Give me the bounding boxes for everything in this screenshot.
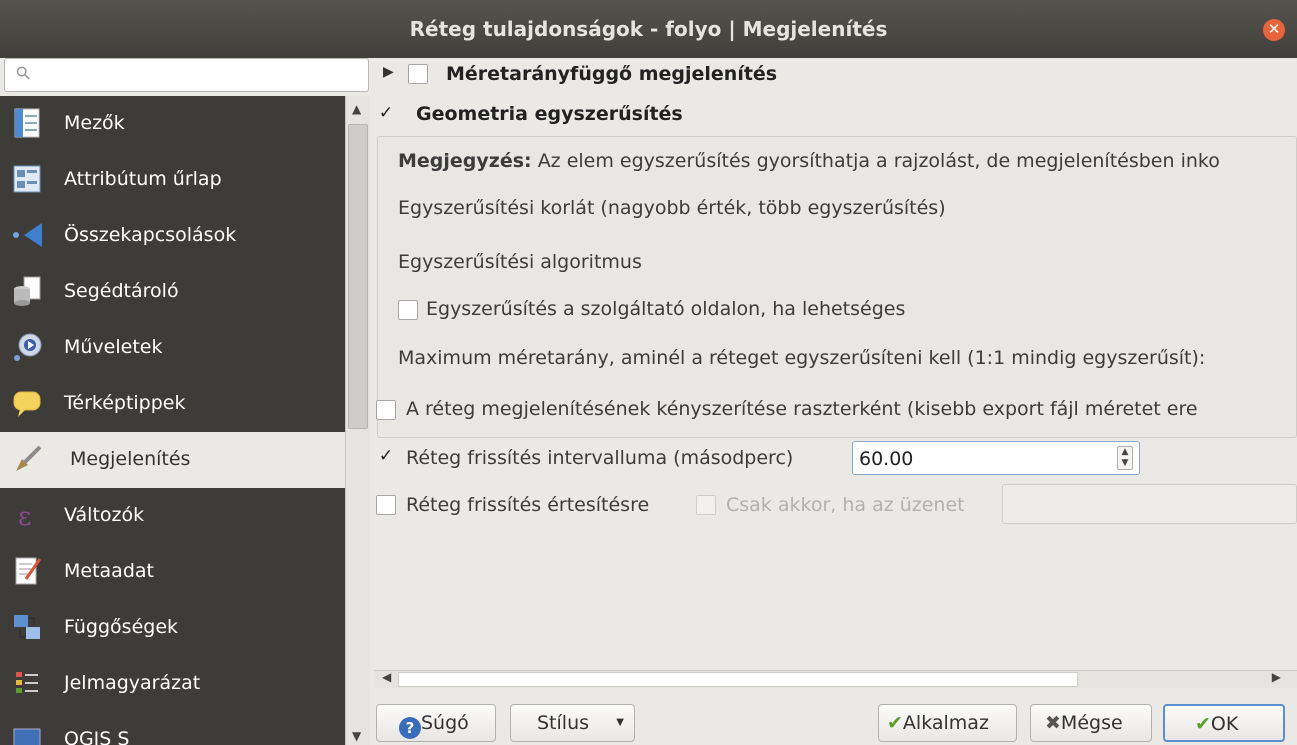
legend-icon [16, 672, 38, 693]
ok-button[interactable]: ✔OK [1163, 704, 1285, 742]
refresh-interval-value: 60.00 [859, 448, 914, 470]
sidebar-item-fields[interactable]: Mezők [0, 96, 345, 152]
sidebar-item-actions[interactable]: Műveletek [0, 320, 345, 376]
simplify-group: Megjegyzés: Az elem egyszerűsítés gyorsí… [377, 136, 1297, 438]
close-icon: ✕ [1267, 20, 1281, 38]
simplify-note: Megjegyzés: Az elem egyszerűsítés gyorsí… [398, 150, 1220, 172]
style-label: Stílus [537, 712, 590, 734]
refresh-interval-label: Réteg frissítés intervalluma (másodperc) [406, 447, 794, 469]
force-raster-checkbox[interactable] [376, 400, 396, 420]
check-icon: ✔ [1195, 713, 1211, 735]
form-icon [13, 165, 41, 193]
main-panel: ▶ Méretarányfüggő megjelenítés ✓ Geometr… [370, 58, 1297, 688]
expand-arrow-icon[interactable]: ▶ [383, 64, 394, 80]
sidebar-item-label: Metaadat [64, 560, 154, 582]
auxiliary-storage-icon [14, 276, 41, 306]
algorithm-label: Egyszerűsítési algoritmus [398, 251, 642, 273]
scroll-right-arrow-icon[interactable]: ▶ [1272, 670, 1281, 684]
threshold-label: Egyszerűsítési korlát (nagyobb érték, tö… [398, 197, 946, 219]
note-text: Az elem egyszerűsítés gyorsíthatja a raj… [537, 150, 1220, 172]
sidebar-item-label: Mezők [64, 112, 125, 134]
sidebar-item-map-tips[interactable]: Térképtippek [0, 376, 345, 432]
sidebar-item-dependencies[interactable]: Függőségek [0, 600, 345, 656]
cancel-label: Mégse [1060, 712, 1123, 734]
window-title: Réteg tulajdonságok - folyo | Megjelenít… [409, 17, 888, 41]
sidebar-item-label: Térképtippek [64, 392, 186, 414]
sidebar-nav: Mezők Attribútum űrlap Összekapcsolások … [0, 96, 345, 745]
main-horizontal-scrollbar[interactable]: ◀ ▶ [374, 670, 1297, 688]
sidebar-item-metadata[interactable]: Metaadat [0, 544, 345, 600]
help-icon: ? [399, 717, 421, 739]
apply-label: Alkalmaz [902, 712, 989, 734]
rendering-brush-icon [16, 445, 42, 471]
sidebar-item-label: Műveletek [64, 336, 163, 358]
close-button[interactable]: ✕ [1263, 19, 1285, 41]
scroll-left-arrow-icon[interactable]: ◀ [382, 670, 391, 684]
sidebar-item-legend[interactable]: Jelmagyarázat [0, 656, 345, 712]
sidebar-item-label: Összekapcsolások [64, 224, 237, 246]
sidebar-item-label: Attribútum űrlap [64, 168, 222, 190]
sidebar-item-rendering[interactable]: Megjelenítés [0, 432, 345, 488]
variables-icon: ε [18, 502, 31, 531]
scroll-down-arrow-icon[interactable]: ▼ [352, 729, 361, 743]
refresh-interval-spinbox[interactable]: 60.00 ▲ ▼ [852, 441, 1140, 475]
simplify-label: Geometria egyszerűsítés [416, 103, 683, 125]
apply-button[interactable]: ✔Alkalmaz [878, 704, 1017, 742]
search-icon: ⚲ [11, 61, 36, 86]
cancel-button[interactable]: ✖Mégse [1030, 704, 1152, 742]
fields-icon [14, 108, 40, 138]
scale-dependent-checkbox[interactable] [408, 64, 428, 84]
scrollbar-thumb[interactable] [348, 124, 368, 429]
sidebar-item-label: Változók [64, 504, 145, 526]
style-button[interactable]: Stílus ▼ [510, 704, 635, 742]
sidebar-item-auxiliary-storage[interactable]: Segédtároló [0, 264, 345, 320]
only-if-message-checkbox[interactable] [696, 495, 716, 515]
metadata-icon [15, 557, 42, 585]
sidebar-item-label: QGIS S [64, 728, 130, 745]
refresh-interval-checkbox[interactable]: ✓ [376, 447, 396, 467]
help-label: Súgó [421, 712, 469, 734]
sidebar-item-qgis-server[interactable]: QGIS S [0, 712, 345, 745]
dropdown-arrow-icon: ▼ [616, 717, 624, 728]
cancel-x-icon: ✖ [1045, 712, 1061, 734]
svg-text:ε: ε [18, 502, 31, 531]
map-tips-icon [13, 391, 41, 417]
sidebar-item-attribute-form[interactable]: Attribútum űrlap [0, 152, 345, 208]
sidebar-item-label: Megjelenítés [70, 448, 191, 470]
scroll-up-arrow-icon[interactable]: ▲ [352, 102, 361, 116]
only-if-message-label: Csak akkor, ha az üzenet [726, 494, 965, 516]
scale-dependent-label: Méretarányfüggő megjelenítés [446, 63, 778, 85]
provider-simplify-label: Egyszerűsítés a szolgáltató oldalon, ha … [426, 298, 906, 320]
sidebar-item-joins[interactable]: Összekapcsolások [0, 208, 345, 264]
hscroll-thumb[interactable] [398, 672, 1078, 687]
refresh-notification-label: Réteg frissítés értesítésre [406, 494, 650, 516]
spin-arrows-icon[interactable]: ▲ ▼ [1117, 446, 1133, 470]
help-button[interactable]: ? Súgó [376, 704, 496, 742]
check-icon: ✔ [887, 712, 903, 734]
provider-simplify-checkbox[interactable] [398, 300, 418, 320]
actions-icon [14, 333, 42, 361]
sidebar-scrollbar[interactable]: ▲ ▼ [345, 96, 370, 745]
simplify-checkbox[interactable]: ✓ [376, 104, 396, 124]
sidebar: ⚲ Mezők Attribútum űrlap Összekapcsoláso… [0, 58, 370, 745]
joins-icon [13, 223, 42, 247]
force-raster-label: A réteg megjelenítésének kényszerítése r… [406, 398, 1198, 420]
sidebar-item-label: Függőségek [64, 616, 179, 638]
sidebar-item-label: Jelmagyarázat [64, 672, 201, 694]
note-bold: Megjegyzés: [398, 150, 532, 172]
sidebar-item-label: Segédtároló [64, 280, 179, 302]
notification-message-input[interactable] [1002, 484, 1297, 524]
dependencies-icon [14, 615, 40, 639]
max-scale-label: Maximum méretarány, aminél a réteget egy… [398, 347, 1206, 369]
window-titlebar: Réteg tulajdonságok - folyo | Megjelenít… [0, 0, 1297, 58]
refresh-notification-checkbox[interactable] [376, 495, 396, 515]
ok-label: OK [1210, 713, 1239, 735]
server-icon [13, 728, 41, 745]
sidebar-item-variables[interactable]: ε Változók [0, 488, 345, 544]
search-input[interactable]: ⚲ [4, 58, 369, 92]
